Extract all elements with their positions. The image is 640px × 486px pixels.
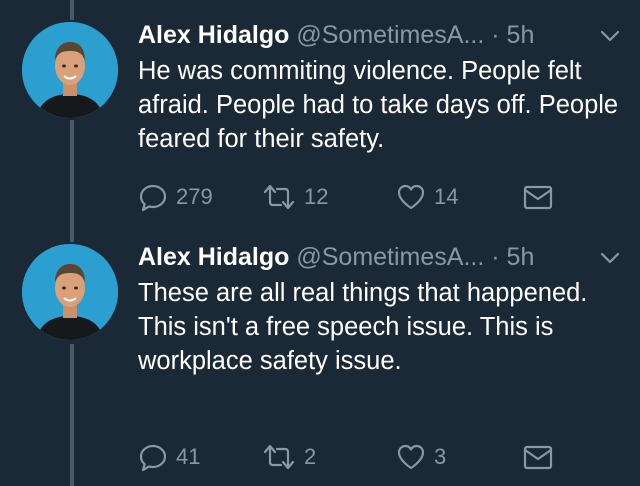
envelope-icon	[522, 442, 554, 472]
like-count: 14	[434, 184, 459, 209]
display-name[interactable]: Alex Hidalgo	[138, 243, 289, 271]
reply-button[interactable]: 41	[138, 440, 200, 474]
tweet-header: Alex Hidalgo @SometimesA... · 5h	[138, 240, 534, 274]
heart-icon	[396, 442, 426, 472]
retweet-button[interactable]: 2	[262, 440, 316, 474]
retweet-icon	[262, 182, 296, 212]
heart-icon	[396, 182, 426, 212]
retweet-icon	[262, 442, 296, 472]
reply-button[interactable]: 279	[138, 180, 213, 214]
tweet-text: He was commiting violence. People felt a…	[138, 57, 619, 153]
username[interactable]: @SometimesA...	[296, 21, 484, 49]
chevron-down-icon[interactable]	[598, 246, 622, 270]
envelope-icon	[522, 182, 554, 212]
like-button[interactable]: 14	[396, 180, 458, 214]
avatar[interactable]	[22, 244, 118, 340]
like-count: 3	[434, 444, 447, 469]
avatar[interactable]	[22, 22, 118, 118]
tweet-actions: 279 12 14	[0, 180, 640, 214]
display-name[interactable]: Alex Hidalgo	[138, 21, 289, 49]
retweet-count: 12	[304, 184, 329, 209]
reply-icon	[138, 182, 168, 212]
tweet-text: These are all real things that happened.…	[138, 279, 588, 375]
like-button[interactable]: 3	[396, 440, 446, 474]
timestamp[interactable]: 5h	[507, 243, 535, 271]
tweet[interactable]: Alex Hidalgo @SometimesA... · 5h These a…	[0, 240, 640, 480]
username[interactable]: @SometimesA...	[296, 243, 484, 271]
timestamp[interactable]: 5h	[507, 21, 535, 49]
reply-count: 279	[176, 184, 213, 209]
separator: ·	[491, 243, 500, 271]
retweet-count: 2	[304, 444, 317, 469]
separator: ·	[491, 21, 500, 49]
tweet-actions: 41 2 3	[0, 440, 640, 474]
tweet-header: Alex Hidalgo @SometimesA... · 5h	[138, 18, 534, 52]
chevron-down-icon[interactable]	[598, 24, 622, 48]
reply-icon	[138, 442, 168, 472]
thread-line-top	[70, 0, 74, 20]
retweet-button[interactable]: 12	[262, 180, 328, 214]
direct-message-button[interactable]	[522, 180, 554, 214]
direct-message-button[interactable]	[522, 440, 554, 474]
tweet[interactable]: Alex Hidalgo @SometimesA... · 5h He was …	[0, 18, 640, 218]
reply-count: 41	[176, 444, 201, 469]
